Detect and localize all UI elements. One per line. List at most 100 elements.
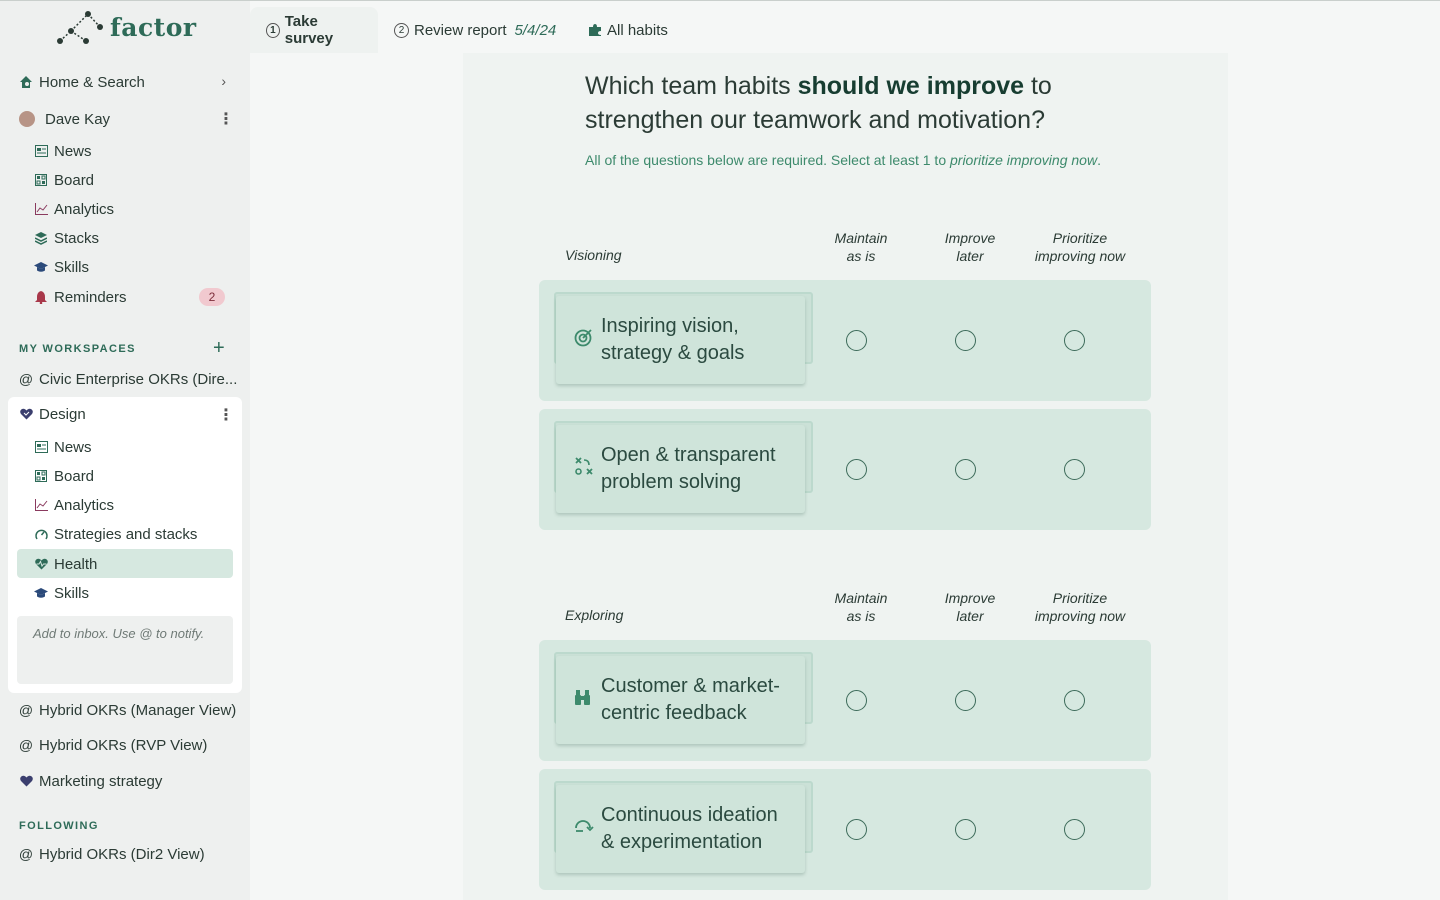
workspace-label: Marketing strategy <box>39 772 163 790</box>
sidebar-item-label: Reminders <box>54 288 127 306</box>
report-date: 5/4/24 <box>514 21 557 39</box>
group-label-visioning: Visioning <box>565 247 622 263</box>
gauge-icon <box>34 527 48 541</box>
sidebar-item-label: Skills <box>54 258 90 276</box>
radio-maintain[interactable] <box>846 330 867 351</box>
heart-icon <box>19 407 33 421</box>
radio-maintain[interactable] <box>846 690 867 711</box>
add-workspace-plus-icon[interactable]: + <box>213 337 225 360</box>
sidebar-item-design-strategies[interactable]: Strategies and stacks <box>34 520 197 548</box>
habit-card[interactable]: Customer & market-centric feedback <box>556 656 805 744</box>
workspace-civic-enterprise[interactable]: @ Civic Enterprise OKRs (Dire... <box>19 365 237 393</box>
radio-maintain[interactable] <box>846 819 867 840</box>
workspace-marketing-strategy[interactable]: Marketing strategy <box>19 767 162 795</box>
column-label: improving now <box>1034 608 1126 624</box>
home-icon <box>19 75 33 89</box>
sidebar-item-news[interactable]: News <box>34 137 92 165</box>
question-text: Which team habits <box>585 72 798 100</box>
sidebar-item-label: News <box>54 142 92 160</box>
tab-take-survey[interactable]: 1 Take survey <box>250 7 378 53</box>
radio-prioritize-now[interactable] <box>1064 330 1085 351</box>
step-number: 1 <box>266 22 280 38</box>
column-maintain: Maintain as is <box>806 229 916 265</box>
chevron-right-icon[interactable]: › <box>221 73 226 89</box>
sidebar-item-stacks[interactable]: Stacks <box>34 224 99 252</box>
workspace-label: Hybrid OKRs (RVP View) <box>39 736 208 754</box>
home-search-label: Home & Search <box>39 73 145 91</box>
following-hybrid-dir2[interactable]: @ Hybrid OKRs (Dir2 View) <box>19 840 205 868</box>
sidebar-item-label: Board <box>54 171 95 189</box>
workspace-label: Civic Enterprise OKRs (Dire... <box>39 370 238 388</box>
inbox-input[interactable]: Add to inbox. Use @ to notify. <box>17 616 233 684</box>
workspace-design[interactable]: Design <box>19 400 86 428</box>
column-label: as is <box>846 248 876 264</box>
instructions-text: All of the questions below are required.… <box>585 152 950 168</box>
heart-pulse-icon <box>34 557 48 571</box>
radio-prioritize-now[interactable] <box>1064 690 1085 711</box>
column-improve-later: Improve later <box>915 229 1025 265</box>
radio-improve-later[interactable] <box>955 330 976 351</box>
workspace-label: Hybrid OKRs (Manager View) <box>39 701 237 719</box>
habit-title: Continuous ideation <box>601 804 778 826</box>
column-improve-later: Improve later <box>915 589 1025 625</box>
sidebar-item-reminders[interactable]: Reminders <box>34 283 127 311</box>
sidebar-item-design-skills[interactable]: Skills <box>34 579 89 607</box>
board-icon <box>34 173 48 187</box>
at-sign-icon: @ <box>18 737 34 753</box>
radio-prioritize-now[interactable] <box>1064 459 1085 480</box>
habit-card[interactable]: Inspiring vision, strategy & goals <box>556 296 805 384</box>
habit-row: Inspiring vision, strategy & goals <box>539 280 1151 401</box>
habit-title: centric feedback <box>601 702 747 724</box>
puzzle-icon <box>588 23 602 37</box>
instructions-text: . <box>1097 152 1101 168</box>
column-label: later <box>956 608 984 624</box>
brand-name: factor <box>110 12 197 42</box>
column-label: Improve <box>944 230 996 246</box>
habit-card[interactable]: Open & transparent problem solving <box>556 425 805 513</box>
heart-icon <box>19 774 33 788</box>
user-menu-kebab-icon[interactable]: ⋮ <box>218 109 234 129</box>
habit-title: & experimentation <box>601 831 763 853</box>
design-menu-kebab-icon[interactable]: ⋮ <box>218 405 234 425</box>
workspace-label: Hybrid OKRs (Dir2 View) <box>39 845 205 863</box>
binoculars-icon <box>574 687 592 714</box>
column-label: Prioritize <box>1052 230 1108 246</box>
bell-icon <box>34 290 48 304</box>
workspace-hybrid-rvp[interactable]: @ Hybrid OKRs (RVP View) <box>18 731 208 759</box>
habit-row: Customer & market-centric feedback <box>539 640 1151 761</box>
sidebar-item-analytics[interactable]: Analytics <box>34 195 114 223</box>
column-prioritize-now: Prioritize improving now <box>1020 229 1140 265</box>
radio-improve-later[interactable] <box>955 819 976 840</box>
home-search-link[interactable]: Home & Search <box>19 68 145 96</box>
survey-question: Which team habits should we improve to s… <box>585 69 1145 137</box>
radio-improve-later[interactable] <box>955 690 976 711</box>
sidebar-item-design-board[interactable]: Board <box>34 462 94 490</box>
column-label: Improve <box>944 590 996 606</box>
sidebar-item-design-health[interactable]: Health <box>34 550 97 578</box>
radio-maintain[interactable] <box>846 459 867 480</box>
column-label: later <box>956 248 984 264</box>
radio-improve-later[interactable] <box>955 459 976 480</box>
cycle-icon <box>574 816 594 844</box>
sidebar-item-skills[interactable]: Skills <box>34 253 89 281</box>
radio-prioritize-now[interactable] <box>1064 819 1085 840</box>
factor-logo[interactable]: factor <box>56 7 197 47</box>
sidebar: factor Home & Search › Dave Kay ⋮ News B… <box>0 1 250 900</box>
habit-row: Open & transparent problem solving <box>539 409 1151 530</box>
user-profile[interactable]: Dave Kay <box>19 105 110 133</box>
column-label: improving now <box>1034 248 1126 264</box>
tab-review-report[interactable]: 2 Review report 5/4/24 <box>378 7 572 53</box>
sidebar-item-design-news[interactable]: News <box>34 433 92 461</box>
sidebar-item-label: Health <box>54 555 98 573</box>
sidebar-item-design-analytics[interactable]: Analytics <box>34 491 114 519</box>
sidebar-item-board[interactable]: Board <box>34 166 94 194</box>
question-emphasis: should we improve <box>797 72 1025 100</box>
workspace-hybrid-manager[interactable]: @ Hybrid OKRs (Manager View) <box>19 696 236 724</box>
habit-card[interactable]: Continuous ideation & experimentation <box>556 785 805 873</box>
news-icon <box>34 440 48 454</box>
tab-all-habits[interactable]: All habits <box>572 7 684 53</box>
sidebar-item-label: Strategies and stacks <box>54 525 198 543</box>
target-icon <box>574 327 594 355</box>
following-heading: FOLLOWING <box>19 820 99 832</box>
survey-instructions: All of the questions below are required.… <box>585 152 1101 168</box>
